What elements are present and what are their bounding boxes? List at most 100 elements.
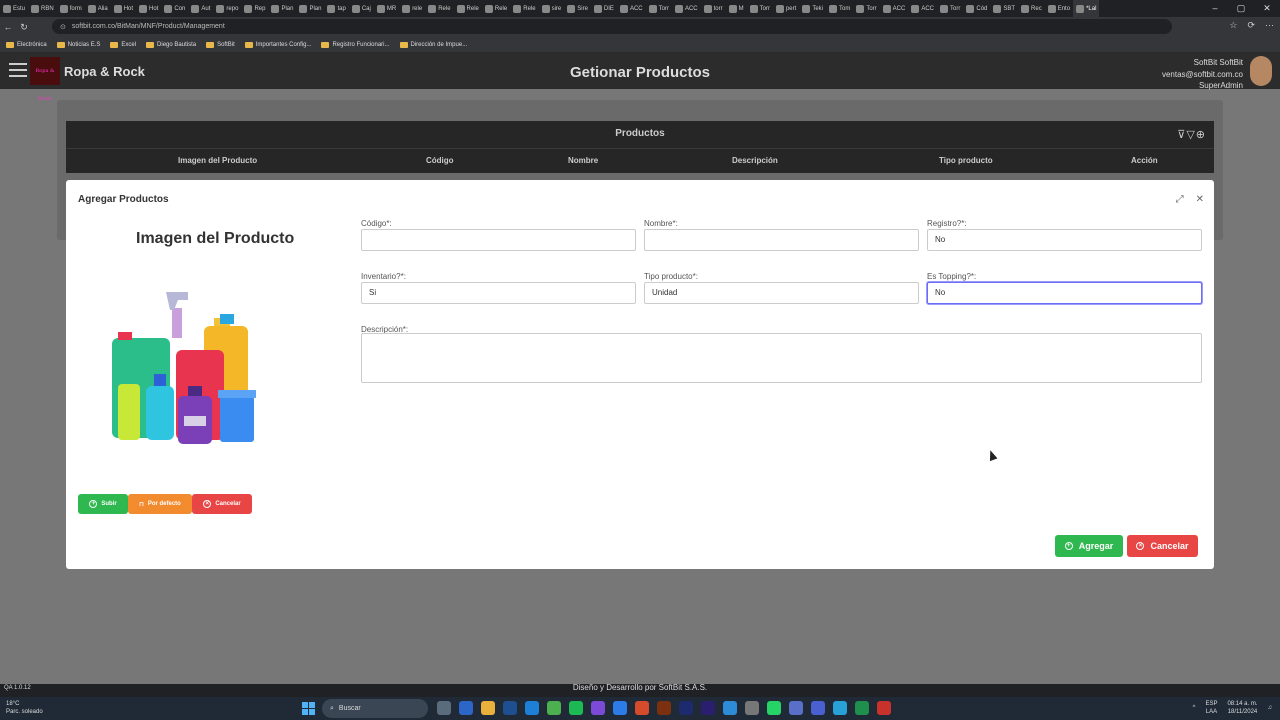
file-explorer-icon[interactable] (481, 701, 495, 715)
site-info-icon[interactable]: ⊙ (60, 23, 66, 31)
browser-tab[interactable]: M (726, 0, 747, 17)
browser-tab[interactable]: Hot (111, 0, 136, 17)
bookmark-item[interactable]: Electrónica (6, 41, 47, 48)
bookmark-item[interactable]: SoftBit (206, 41, 235, 48)
clear-filter-icon[interactable]: ⊽ (1177, 129, 1186, 141)
browser-tab[interactable]: Teki (799, 0, 826, 17)
cancel-button[interactable]: × Cancelar (1127, 535, 1198, 557)
browser-tab[interactable]: Estu (0, 0, 28, 17)
filter-icon[interactable]: ▽ (1186, 129, 1195, 141)
descripcion-textarea[interactable] (361, 333, 1202, 383)
browser-tab[interactable]: Torr (646, 0, 672, 17)
maximize-icon[interactable]: ▢ (1228, 0, 1254, 17)
teams-icon[interactable] (789, 701, 803, 715)
expand-icon[interactable]: ⤢ (1176, 194, 1184, 205)
add-product-icon[interactable]: ⊕ (1196, 129, 1206, 141)
browser-tab[interactable]: repo (213, 0, 241, 17)
inventario-select[interactable]: Si (361, 282, 636, 304)
cancel-image-button[interactable]: × Cancelar (192, 494, 252, 514)
browser-tab[interactable]: Rele (482, 0, 510, 17)
tray-chevron-icon[interactable]: ^ (1193, 704, 1196, 712)
browser-tab[interactable]: Hot (136, 0, 161, 17)
browser-tab[interactable]: pert (773, 0, 799, 17)
codigo-input[interactable] (361, 229, 636, 251)
browser-tab[interactable]: rele (399, 0, 425, 17)
bookmark-item[interactable]: Noticias E.S (56, 41, 100, 48)
after-effects-icon[interactable] (679, 701, 693, 715)
app-icon[interactable] (723, 701, 737, 715)
language-indicator[interactable]: ESP LAA (1205, 700, 1217, 716)
clock[interactable]: 08:14 a. m. 18/11/2024 (1227, 700, 1257, 716)
browser-tab[interactable]: ACC (672, 0, 701, 17)
browser-tab[interactable]: Sire (564, 0, 591, 17)
reload-icon[interactable]: ↻ (16, 22, 32, 33)
browser-tab[interactable]: Plan (268, 0, 296, 17)
app-icon[interactable] (833, 701, 847, 715)
pdf-icon[interactable] (877, 701, 891, 715)
browser-tab[interactable]: Ento (1045, 0, 1073, 17)
premiere-icon[interactable] (701, 701, 715, 715)
browser-tab[interactable]: Rele (454, 0, 482, 17)
browser-tab[interactable]: *Lal (1073, 0, 1100, 17)
tipo-select[interactable]: Unidad (644, 282, 919, 304)
mail-icon[interactable] (745, 701, 759, 715)
url-input[interactable]: ⊙ softbit.com.co/BitMan/MNF/Product/Mana… (52, 19, 1172, 34)
browser-tab[interactable]: tap (324, 0, 348, 17)
task-view-icon[interactable] (437, 701, 451, 715)
browser-tab[interactable]: Rec (1018, 0, 1045, 17)
bookmark-item[interactable]: Excel (110, 41, 136, 48)
browser-tab[interactable]: DIE (591, 0, 617, 17)
browser-tab[interactable]: SBT (990, 0, 1018, 17)
browser-tab[interactable]: Alia (85, 0, 111, 17)
visual-studio-icon[interactable] (591, 701, 605, 715)
spotify-icon[interactable] (569, 701, 583, 715)
user-info[interactable]: SoftBit SoftBit ventas@softbit.com.co Su… (1162, 57, 1243, 92)
browser-tab[interactable]: ACC (908, 0, 937, 17)
edge-icon[interactable] (525, 701, 539, 715)
browser-tab[interactable]: Rep (241, 0, 268, 17)
chrome-icon[interactable] (547, 701, 561, 715)
taskbar-search[interactable]: ⌕ Buscar (322, 699, 428, 718)
browser-tab[interactable]: ACC (880, 0, 909, 17)
bookmark-item[interactable]: Importantes Config... (244, 41, 311, 48)
browser-tab[interactable]: MR (374, 0, 399, 17)
whatsapp-icon[interactable] (767, 701, 781, 715)
browser-tab[interactable]: Tom (826, 0, 853, 17)
excel-icon[interactable] (855, 701, 869, 715)
notification-icon[interactable]: ♫ (1268, 704, 1273, 712)
illustrator-icon[interactable] (657, 701, 671, 715)
registro-select[interactable]: No (927, 229, 1202, 251)
browser-tab[interactable]: Aut (188, 0, 213, 17)
app-icon[interactable] (503, 701, 517, 715)
app-icon[interactable] (613, 701, 627, 715)
default-image-button[interactable]: ⊓ Por defecto (128, 494, 192, 514)
extensions-icon[interactable]: ⟳ (1247, 20, 1255, 31)
browser-tab[interactable]: Torr (747, 0, 773, 17)
star-icon[interactable]: ☆ (1229, 20, 1237, 31)
browser-tab[interactable]: RBN (28, 0, 57, 17)
browser-tab[interactable]: Rele (425, 0, 453, 17)
browser-tab[interactable]: torr (701, 0, 726, 17)
browser-tab[interactable]: Cód (963, 0, 990, 17)
bookmark-item[interactable]: Dirección de Impue... (399, 41, 467, 48)
browser-tab[interactable]: form (57, 0, 85, 17)
back-icon[interactable]: ← (0, 22, 16, 32)
avatar[interactable] (1250, 56, 1272, 86)
browser-tab[interactable]: Con (161, 0, 188, 17)
close-window-icon[interactable]: ✕ (1254, 0, 1280, 17)
menu-icon[interactable]: ⋯ (1265, 20, 1274, 31)
topping-select[interactable]: No (927, 282, 1202, 304)
app-icon[interactable] (635, 701, 649, 715)
browser-tab[interactable]: Rele (510, 0, 538, 17)
app-icon[interactable] (811, 701, 825, 715)
app-icon[interactable] (459, 701, 473, 715)
browser-tab[interactable]: Torr (853, 0, 879, 17)
browser-tab[interactable]: sire (539, 0, 565, 17)
minimize-icon[interactable]: – (1202, 0, 1228, 17)
browser-tab[interactable]: Torr (937, 0, 963, 17)
browser-tab[interactable]: Plan (296, 0, 324, 17)
nombre-input[interactable] (644, 229, 919, 251)
bookmark-item[interactable]: Diego Bautista (146, 41, 196, 48)
add-button[interactable]: + Agregar (1055, 535, 1123, 557)
weather-widget[interactable]: 18°C Parc. soleado (6, 700, 43, 716)
